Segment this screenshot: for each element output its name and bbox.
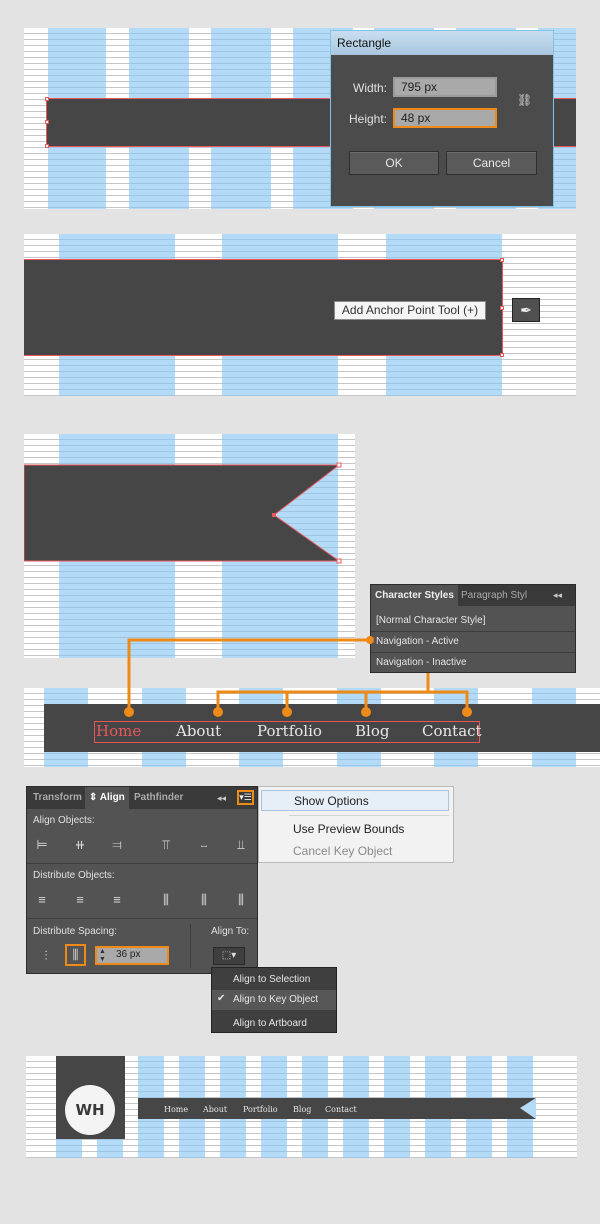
- menu-item-use-preview-bounds[interactable]: Use Preview Bounds: [293, 822, 404, 836]
- selection-handle[interactable]: [500, 258, 504, 262]
- dialog-title-bar[interactable]: Rectangle: [331, 31, 553, 55]
- dialog-title: Rectangle: [337, 36, 392, 50]
- collapse-icon[interactable]: ◂◂: [553, 585, 562, 606]
- divider: [27, 918, 257, 919]
- selection-handle[interactable]: [500, 306, 504, 310]
- style-item-navigation-inactive[interactable]: Navigation - Inactive: [376, 657, 467, 668]
- width-label: Width:: [353, 81, 388, 95]
- vertical-distribute-center-icon[interactable]: ≡: [72, 892, 88, 908]
- panel-tab-bar: Transform ⇕ Align Pathfinder ◂◂ ▾☰: [27, 787, 257, 809]
- width-input[interactable]: 795 px: [393, 77, 497, 97]
- menu-item-cancel-key-object: Cancel Key Object: [293, 844, 393, 858]
- tab-paragraph-styles[interactable]: Paragraph Styl: [461, 585, 527, 606]
- ribbon-shape[interactable]: [24, 434, 355, 658]
- ok-button[interactable]: OK: [349, 151, 439, 175]
- align-objects-label: Align Objects:: [33, 815, 95, 826]
- rectangle-dialog: Rectangle Width: 795 px Height: 48 px ⛓ …: [330, 30, 554, 207]
- divider: [190, 924, 191, 968]
- distribute-objects-label: Distribute Objects:: [33, 870, 115, 881]
- menu-item-align-to-artboard[interactable]: Align to Artboard: [233, 1018, 307, 1029]
- menu-item-label: Align to Key Object: [233, 994, 319, 1005]
- constrain-proportions-icon[interactable]: ⛓: [517, 93, 532, 109]
- menu-item-show-options[interactable]: Show Options: [261, 790, 449, 811]
- vertical-align-bottom-icon[interactable]: ⫫: [233, 837, 249, 853]
- vertical-align-top-icon[interactable]: ⫪: [158, 837, 174, 853]
- final-nav-home[interactable]: Home: [164, 1105, 188, 1114]
- nav-blog[interactable]: Blog: [355, 722, 389, 740]
- divider: [371, 631, 575, 632]
- nav-about[interactable]: About: [176, 722, 221, 740]
- align-panel: Transform ⇕ Align Pathfinder ◂◂ ▾☰ Align…: [26, 786, 258, 974]
- step3-canvas: [24, 434, 355, 658]
- nav-home-active[interactable]: Home: [96, 722, 141, 740]
- style-item[interactable]: [Normal Character Style]: [376, 615, 485, 626]
- final-nav-contact[interactable]: Contact: [325, 1105, 357, 1114]
- spacing-value-input[interactable]: ▲ ▼ 36 px: [95, 946, 169, 965]
- style-item-navigation-active[interactable]: Navigation - Active: [376, 636, 459, 647]
- selection-handle[interactable]: [45, 144, 49, 148]
- tab-align-label: Align: [99, 792, 125, 803]
- height-input[interactable]: 48 px: [393, 108, 497, 128]
- horizontal-distribute-center-icon[interactable]: ⫼: [196, 892, 212, 908]
- checkmark-icon: ✔: [217, 993, 226, 1004]
- vertical-distribute-top-icon[interactable]: ≡: [34, 892, 50, 908]
- divider: [27, 863, 257, 864]
- menu-item-align-to-key-object[interactable]: ✔ Align to Key Object: [212, 990, 336, 1010]
- tab-pathfinder[interactable]: Pathfinder: [134, 787, 183, 809]
- final-nav-about[interactable]: About: [203, 1105, 227, 1114]
- collapse-icon[interactable]: ◂◂: [217, 787, 226, 809]
- horizontal-align-right-icon[interactable]: ⫤: [109, 837, 125, 853]
- selection-handle[interactable]: [500, 353, 504, 357]
- tab-character-styles[interactable]: Character Styles: [371, 585, 458, 606]
- horizontal-align-center-icon[interactable]: ⧺: [72, 837, 88, 853]
- spacing-value: 36 px: [116, 949, 141, 960]
- character-styles-panel: Character Styles Paragraph Styl ◂◂ [Norm…: [370, 584, 576, 673]
- horizontal-distribute-space-icon[interactable]: ⫼: [65, 944, 86, 966]
- tab-align[interactable]: ⇕ Align: [85, 787, 129, 809]
- menu-item-align-to-selection[interactable]: Align to Selection: [233, 974, 310, 985]
- align-to-label: Align To:: [211, 926, 250, 937]
- logo-text: WH: [75, 1101, 105, 1119]
- vertical-distribute-space-icon[interactable]: ⫶: [38, 948, 54, 964]
- logo-badge: WH: [67, 1087, 113, 1133]
- final-nav-blog[interactable]: Blog: [293, 1105, 311, 1114]
- vertical-distribute-bottom-icon[interactable]: ≡: [109, 892, 125, 908]
- align-options-menu: Show Options Use Preview Bounds Cancel K…: [258, 786, 454, 863]
- final-nav-portfolio[interactable]: Portfolio: [243, 1105, 278, 1114]
- horizontal-align-left-icon[interactable]: ⊨: [34, 837, 50, 853]
- divider: [371, 652, 575, 653]
- cancel-button[interactable]: Cancel: [446, 151, 537, 175]
- panel-tab-bar: Character Styles Paragraph Styl ◂◂: [371, 585, 575, 606]
- add-anchor-point-pen-icon[interactable]: ✒: [512, 298, 540, 322]
- nav-portfolio[interactable]: Portfolio: [257, 722, 322, 740]
- divider: [289, 815, 449, 816]
- distribute-spacing-label: Distribute Spacing:: [33, 926, 117, 937]
- menu-item-label: Show Options: [294, 794, 369, 808]
- stepper-icon[interactable]: ▲ ▼: [99, 948, 106, 964]
- horizontal-distribute-left-icon[interactable]: ⫼: [158, 892, 174, 908]
- align-to-dropdown-icon[interactable]: ⬚▾: [213, 947, 245, 965]
- nav-contact[interactable]: Contact: [422, 722, 482, 740]
- horizontal-distribute-right-icon[interactable]: ⫼: [233, 892, 249, 908]
- panel-menu-icon[interactable]: ▾☰: [237, 790, 254, 805]
- vertical-align-center-icon[interactable]: ⧿: [196, 837, 212, 853]
- height-label: Height:: [349, 112, 388, 126]
- selection-handle[interactable]: [45, 97, 49, 101]
- anchor-tooltip: Add Anchor Point Tool (+): [334, 301, 486, 320]
- selection-handle[interactable]: [45, 120, 49, 124]
- align-to-menu: Align to Selection ✔ Align to Key Object…: [211, 967, 337, 1033]
- step2-canvas: [24, 234, 576, 396]
- tab-transform[interactable]: Transform: [33, 787, 82, 809]
